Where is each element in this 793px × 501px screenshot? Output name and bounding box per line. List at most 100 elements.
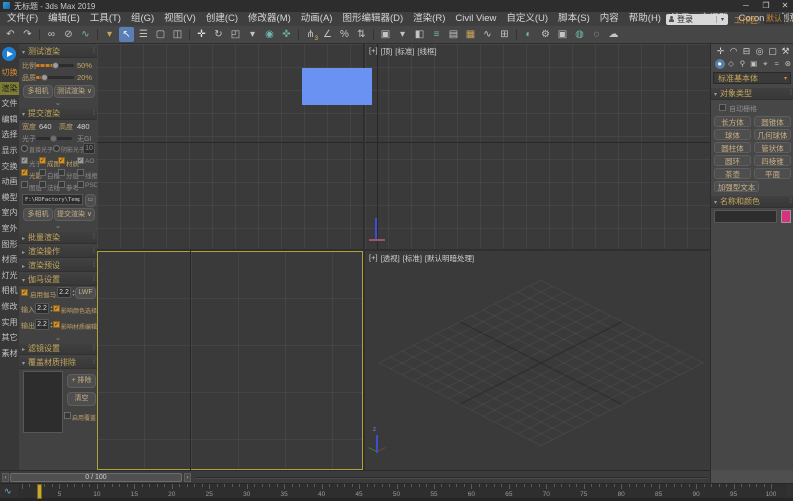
sidebar-item-室内[interactable]: 室内 bbox=[0, 206, 19, 219]
material-editor-icon[interactable]: ◐ bbox=[521, 27, 536, 42]
window-crossing-icon[interactable]: ◫ bbox=[170, 27, 185, 42]
sidebar-item-其它[interactable]: 其它 bbox=[0, 331, 19, 344]
rdfactory-logo-icon[interactable] bbox=[2, 47, 16, 61]
checkbox-材质[interactable]: ✓ bbox=[58, 157, 65, 164]
sidebar-item-室外[interactable]: 室外 bbox=[0, 222, 19, 235]
tab-hierarchy-icon[interactable]: ⊟ bbox=[741, 45, 753, 57]
test-render-button[interactable]: 测试渲染 ∨ bbox=[54, 85, 95, 98]
menu-item-10[interactable]: Civil View bbox=[450, 12, 501, 26]
collapse-chevron-icon[interactable]: ⌄ bbox=[19, 334, 97, 342]
box-object[interactable] bbox=[302, 68, 372, 105]
menu-item-12[interactable]: 脚本(S) bbox=[553, 12, 595, 26]
minimize-button[interactable]: ─ bbox=[737, 0, 755, 12]
subtab-systems-icon[interactable]: ⊛ bbox=[783, 59, 793, 69]
sidebar-item-渲染[interactable]: 渲染 bbox=[0, 82, 19, 95]
object-name-input[interactable] bbox=[714, 210, 777, 223]
sidebar-item-交换[interactable]: 交换 bbox=[0, 160, 19, 173]
object-color-swatch[interactable] bbox=[781, 210, 791, 223]
affect-material-checkbox[interactable]: ✓ bbox=[53, 321, 60, 328]
object-button-加强型文本[interactable]: 加强型文本 bbox=[714, 181, 759, 192]
tab-modify-icon[interactable]: ◠ bbox=[728, 45, 740, 57]
close-button[interactable]: ✕ bbox=[777, 0, 793, 12]
viewport-persp-label-segment-2[interactable]: [标准] bbox=[403, 253, 422, 264]
checkbox-法线[interactable] bbox=[39, 181, 46, 188]
current-frame-marker[interactable] bbox=[37, 484, 42, 499]
object-button-圆环[interactable]: 圆环 bbox=[714, 155, 751, 166]
reference-coordinate-dropdown[interactable]: ▾ bbox=[245, 27, 260, 42]
viewport-perspective[interactable]: [+][透视][标准][默认明暗处理] z bbox=[365, 251, 710, 470]
clear-exclude-button[interactable]: 清空 bbox=[67, 392, 96, 406]
checkbox-光影[interactable]: ✓ bbox=[21, 169, 28, 176]
exclude-listbox[interactable] bbox=[23, 371, 63, 433]
render-setup-icon[interactable]: ⚙ bbox=[538, 27, 553, 42]
width-value[interactable]: 640 bbox=[39, 122, 52, 131]
menu-item-0[interactable]: 文件(F) bbox=[2, 12, 43, 26]
object-button-圆柱体[interactable]: 圆柱体 bbox=[714, 142, 751, 153]
menu-item-1[interactable]: 编辑(E) bbox=[43, 12, 85, 26]
workspace-arrow-icon[interactable]: › bbox=[787, 14, 790, 23]
gamma-input-spinner[interactable]: 2.2 ▴▾ bbox=[35, 303, 54, 314]
submit-multicam-button[interactable]: 多相机 bbox=[23, 208, 53, 221]
tab-create-icon[interactable]: ✛ bbox=[715, 45, 727, 57]
affect-color-checkbox[interactable]: ✓ bbox=[53, 305, 60, 312]
gamma-output-spinner[interactable]: 2.2 ▴▾ bbox=[35, 319, 54, 330]
menu-item-3[interactable]: 组(G) bbox=[126, 12, 159, 26]
viewport-persp-label-segment-3[interactable]: [默认明暗处理] bbox=[425, 253, 474, 264]
subtab-spacewarps-icon[interactable]: ≈ bbox=[772, 59, 782, 69]
checkbox-光子[interactable]: ✓ bbox=[21, 157, 28, 164]
login-caret-icon[interactable]: ▾ bbox=[716, 16, 728, 23]
layer-manager-icon[interactable]: ▤ bbox=[446, 27, 461, 42]
workspace-dropdown[interactable]: 默认 bbox=[764, 14, 784, 24]
tab-motion-icon[interactable]: ◎ bbox=[754, 45, 766, 57]
direct-photon-radio[interactable] bbox=[21, 145, 28, 152]
quality-slider[interactable] bbox=[36, 76, 74, 79]
menu-item-11[interactable]: 自定义(U) bbox=[501, 12, 553, 26]
sidebar-item-实用[interactable]: 实用 bbox=[0, 316, 19, 329]
sidebar-item-材质[interactable]: 材质 bbox=[0, 253, 19, 266]
use-pivot-center-icon[interactable]: ◉ bbox=[262, 27, 277, 42]
snaps-toggle-icon[interactable]: ⋔3 bbox=[303, 27, 318, 42]
sidebar-item-动画[interactable]: 动画 bbox=[0, 175, 19, 188]
object-button-平面[interactable]: 平面 bbox=[754, 168, 791, 179]
object-button-球体[interactable]: 球体 bbox=[714, 129, 751, 140]
time-slider-track[interactable] bbox=[195, 477, 707, 479]
checkbox-分层[interactable] bbox=[58, 169, 65, 176]
rectangular-selection-region-icon[interactable]: ▢ bbox=[153, 27, 168, 42]
tab-utilities-icon[interactable]: ⚒ bbox=[780, 45, 792, 57]
select-by-name-icon[interactable]: ☰ bbox=[136, 27, 151, 42]
scale-slider[interactable] bbox=[36, 64, 74, 67]
tab-display-icon[interactable]: ▢ bbox=[767, 45, 779, 57]
menu-item-6[interactable]: 修改器(M) bbox=[243, 12, 296, 26]
rollout-filter[interactable]: ▸滤镜设置 ⁞ bbox=[19, 343, 97, 355]
mirror-icon[interactable]: ◧ bbox=[412, 27, 427, 42]
time-slider-handle[interactable]: 0 / 100 bbox=[10, 473, 182, 482]
shadow-photon-radio[interactable] bbox=[53, 145, 60, 152]
subtab-lights-icon[interactable]: ⚲ bbox=[737, 59, 747, 69]
percent-snap-icon[interactable]: % bbox=[337, 27, 352, 42]
redo-icon[interactable]: ↷ bbox=[20, 27, 35, 42]
rollout-gamma[interactable]: ▾伽马设置 ⁞ bbox=[19, 274, 97, 286]
subtab-cameras-icon[interactable]: ▣ bbox=[749, 59, 759, 69]
mini-curve-editor-icon[interactable]: ∿ bbox=[4, 486, 12, 497]
output-path-input[interactable] bbox=[22, 194, 83, 205]
rollout-name-color[interactable]: ▾名称和颜色 ⁞ bbox=[711, 196, 793, 208]
subtab-shapes-icon[interactable]: ◇ bbox=[726, 59, 736, 69]
spinner-snap-icon[interactable]: ⇅ bbox=[354, 27, 369, 42]
sidebar-item-图形[interactable]: 图形 bbox=[0, 238, 19, 251]
viewport-top-label-segment-3[interactable]: [线框] bbox=[417, 46, 436, 57]
enable-gamma-checkbox[interactable]: ✓ bbox=[21, 289, 28, 296]
autogrid-checkbox[interactable] bbox=[719, 104, 726, 111]
quality-slider-knob[interactable] bbox=[41, 74, 48, 81]
align-icon[interactable]: ≡ bbox=[429, 27, 444, 42]
next-frame-button[interactable]: › bbox=[184, 473, 191, 482]
collapse-chevron-icon[interactable]: ⌄ bbox=[19, 222, 97, 230]
height-value[interactable]: 480 bbox=[77, 122, 90, 131]
submit-render-button[interactable]: 提交渲染 ∨ bbox=[54, 208, 95, 221]
unlink-selection-icon[interactable]: ⊘ bbox=[61, 27, 76, 42]
object-button-管状体[interactable]: 管状体 bbox=[754, 142, 791, 153]
viewport-persp-label-segment-1[interactable]: [透视] bbox=[381, 253, 400, 264]
sidebar-item-显示[interactable]: 显示 bbox=[0, 144, 19, 157]
sidebar-item-编辑[interactable]: 编辑 bbox=[0, 113, 19, 126]
viewport-active[interactable] bbox=[97, 251, 363, 470]
prev-frame-button[interactable]: ‹ bbox=[2, 473, 9, 482]
